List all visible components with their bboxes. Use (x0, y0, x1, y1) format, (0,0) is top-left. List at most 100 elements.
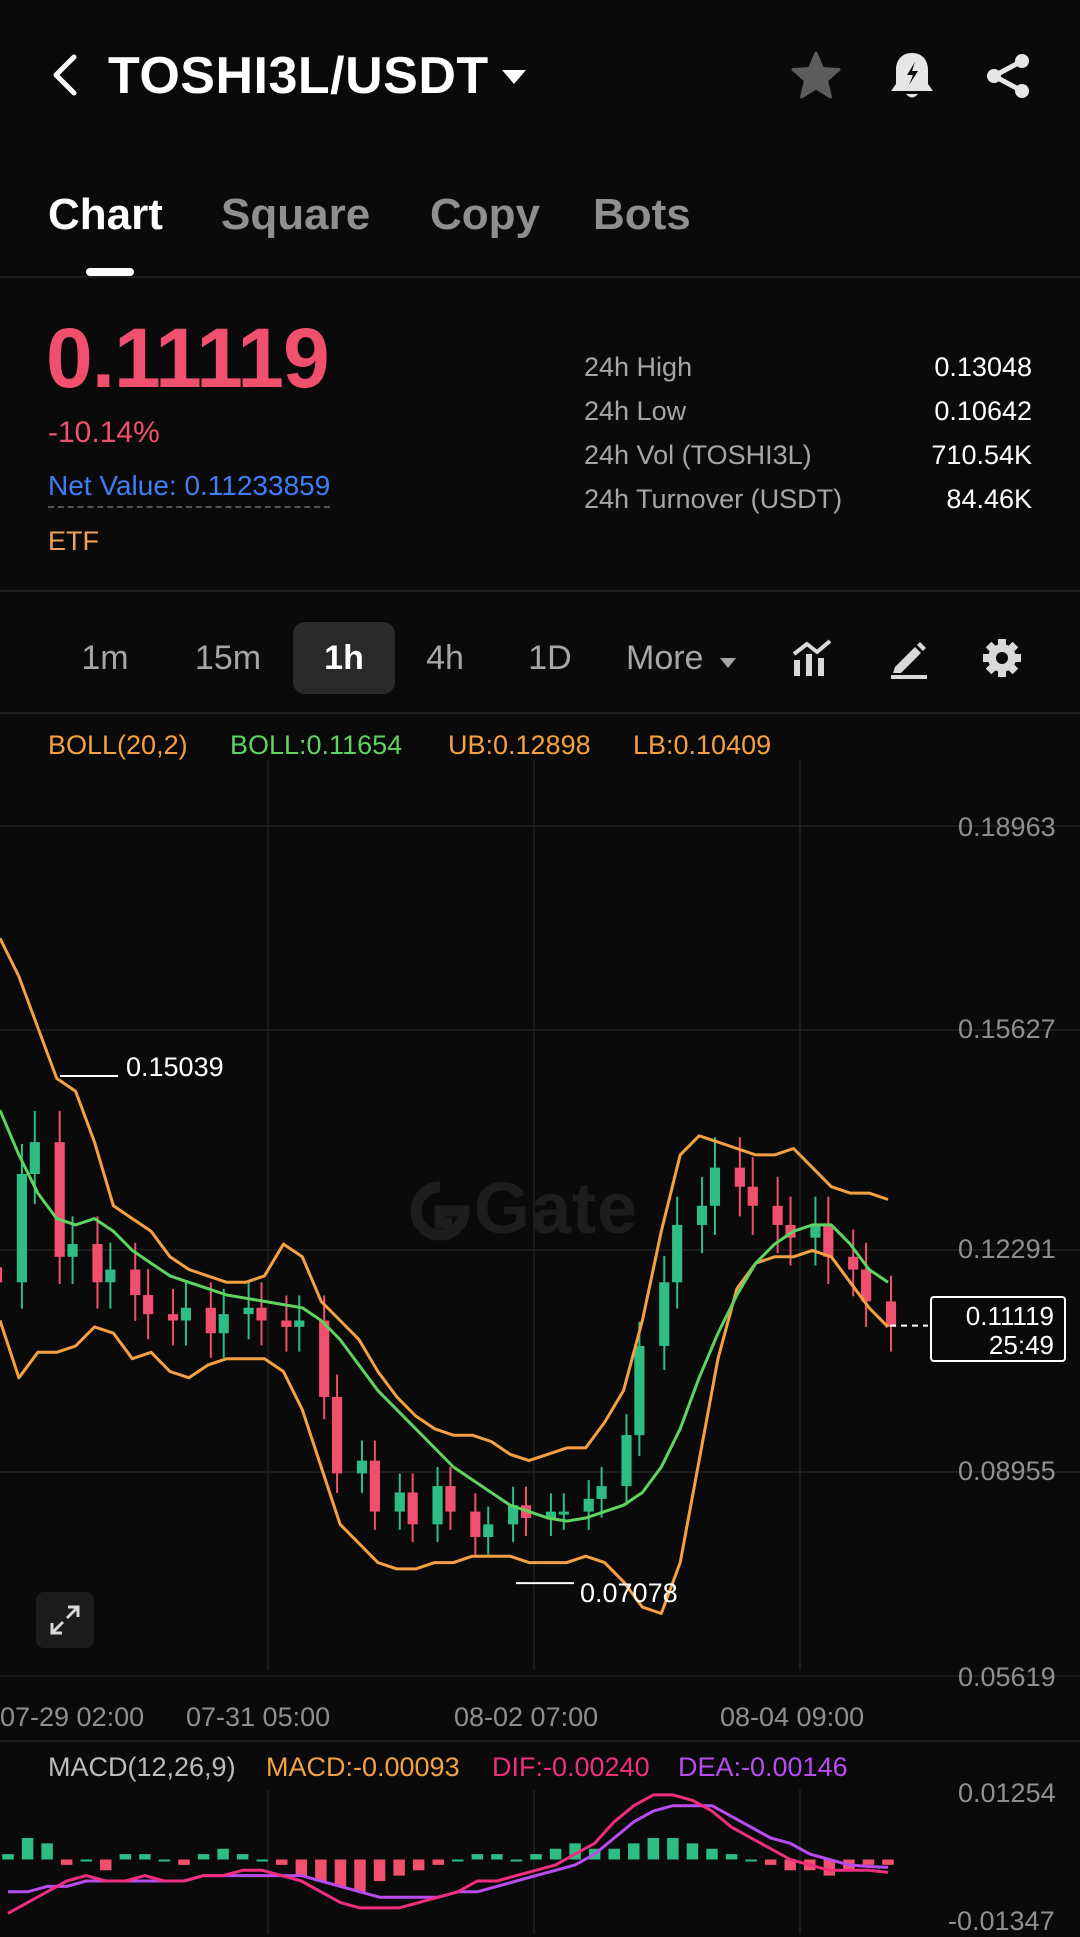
divider (0, 712, 1080, 714)
macd-legend-dif: DIF:-0.00240 (492, 1752, 650, 1782)
interval-1D[interactable]: 1D (510, 622, 590, 694)
macd-histogram-bar (354, 1859, 366, 1892)
divider (0, 276, 1080, 278)
time-axis-label: 07-31 05:00 (186, 1702, 331, 1732)
tab-square[interactable]: Square (221, 190, 370, 240)
candle-body (105, 1269, 116, 1283)
stat-value-low: 0.10642 (934, 396, 1032, 426)
indicator-chart-icon[interactable] (784, 626, 840, 690)
macd-histogram-bar (80, 1859, 92, 1862)
macd-histogram-bar (491, 1854, 503, 1860)
price-axis-label: 0.12291 (958, 1234, 1056, 1264)
macd-histogram-bar (432, 1859, 444, 1865)
candle-body (369, 1460, 380, 1512)
stat-value-vol: 710.54K (931, 440, 1032, 470)
candle-body (885, 1301, 897, 1327)
chevron-down-icon (719, 658, 736, 668)
dropdown-caret-icon[interactable] (500, 68, 528, 91)
candle-body (130, 1269, 141, 1296)
current-price-tag: 0.11119 25:49 (930, 1296, 1066, 1362)
candle-body (356, 1460, 368, 1474)
candle-body (16, 1173, 27, 1283)
stat-label-high: 24h High (584, 352, 693, 382)
candlestick-chart[interactable] (0, 760, 1080, 1700)
candle-body (243, 1307, 254, 1315)
macd-histogram-bar (236, 1854, 249, 1860)
candle-body (205, 1307, 216, 1334)
candle-body (54, 1142, 65, 1257)
candle-body (634, 1345, 645, 1436)
candle-body (394, 1492, 405, 1512)
candle-body (848, 1256, 859, 1270)
macd-histogram-bar (315, 1859, 327, 1882)
candle-body (294, 1320, 305, 1327)
candle-body (67, 1244, 78, 1257)
boll-legend-ub: UB:0.12898 (448, 730, 591, 760)
candle-body (823, 1224, 834, 1257)
interval-more[interactable]: More (626, 622, 756, 694)
candle-body (621, 1435, 632, 1487)
macd-histogram-bar (452, 1859, 464, 1862)
candle-body (218, 1314, 229, 1334)
interval-1m[interactable]: 1m (62, 622, 148, 694)
pair-title[interactable]: TOSHI3L/USDT (108, 46, 489, 106)
expand-arrows-icon (50, 1605, 80, 1635)
draw-pen-icon[interactable] (880, 626, 936, 690)
macd-histogram-bar (706, 1848, 718, 1860)
interval-4h[interactable]: 4h (405, 622, 485, 694)
macd-histogram-bar (178, 1859, 190, 1865)
macd-histogram-bar (334, 1859, 347, 1887)
candle-body (256, 1307, 267, 1321)
etf-badge: ETF (48, 526, 99, 556)
macd-histogram-bar (2, 1854, 14, 1860)
macd-histogram-bar (158, 1859, 171, 1862)
fullscreen-expand-button[interactable] (36, 1592, 94, 1648)
macd-histogram-bar (119, 1854, 132, 1860)
macd-histogram-bar (373, 1859, 386, 1882)
stat-value-turnover: 84.46K (946, 484, 1032, 514)
candle-body (709, 1167, 721, 1206)
candle-body (483, 1524, 494, 1538)
macd-histogram-bar (197, 1854, 210, 1860)
tab-copy[interactable]: Copy (430, 190, 540, 240)
macd-histogram-bar (510, 1859, 523, 1862)
macd-histogram-bar (217, 1848, 229, 1860)
price-axis-label: 0.05619 (958, 1662, 1056, 1692)
macd-histogram-bar (256, 1859, 268, 1862)
boll-legend-mid: BOLL:0.11654 (230, 730, 403, 760)
boll-legend-lb: LB:0.10409 (633, 730, 772, 760)
interval-more-label: More (626, 639, 704, 677)
star-icon[interactable] (786, 48, 846, 104)
stat-value-high: 0.13048 (934, 352, 1032, 382)
macd-legend-macd: MACD:-0.00093 (266, 1752, 460, 1782)
net-value-link[interactable]: Net Value: 0.11233859 (48, 470, 331, 508)
candle-body (696, 1205, 708, 1225)
macd-chart[interactable] (0, 1790, 1080, 1934)
candle-countdown: 25:49 (988, 1330, 1054, 1360)
stat-label-turnover: 24h Turnover (USDT) (584, 484, 843, 514)
interval-1h[interactable]: 1h (293, 622, 395, 694)
bell-alert-icon[interactable] (882, 46, 942, 106)
macd-histogram-bar (100, 1859, 112, 1871)
macd-histogram-bar (393, 1859, 405, 1876)
price-axis-label: 0.18963 (958, 812, 1056, 842)
time-axis-label: 08-02 07:00 (454, 1702, 599, 1732)
macd-histogram-bar (41, 1843, 53, 1860)
stat-label-low: 24h Low (584, 396, 687, 426)
settings-gear-icon[interactable] (974, 626, 1030, 690)
current-price-value: 0.11119 (965, 1301, 1054, 1331)
active-tab-indicator (86, 268, 134, 276)
candle-body (659, 1282, 670, 1346)
candle-body (319, 1320, 330, 1397)
candle-body (92, 1244, 103, 1283)
back-arrow-icon[interactable] (40, 48, 90, 102)
share-icon[interactable] (978, 46, 1038, 106)
macd-histogram-bar (276, 1859, 288, 1865)
candle-body (470, 1511, 481, 1538)
tab-bots[interactable]: Bots (593, 190, 691, 240)
boll-middle-line (0, 1109, 889, 1523)
candle-body (0, 1267, 3, 1283)
time-axis-label: 07-29 02:00 (0, 1702, 145, 1732)
tab-chart[interactable]: Chart (48, 190, 163, 240)
interval-15m[interactable]: 15m (178, 622, 278, 694)
